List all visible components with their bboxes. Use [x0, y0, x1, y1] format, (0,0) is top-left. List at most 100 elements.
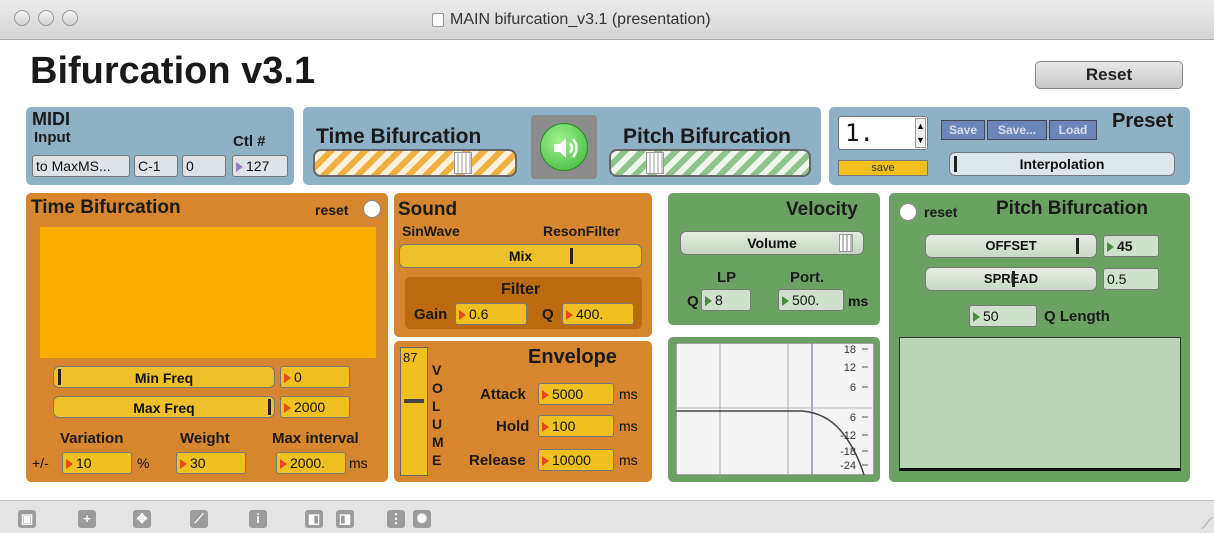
- bottom-toolbar: ▣ + ✥ ⟋ i ◧ ◨ ⋮ ✺: [0, 500, 1214, 533]
- gain-field[interactable]: 0.6: [455, 303, 527, 325]
- velocity-volume-slider[interactable]: Volume: [680, 231, 864, 255]
- offset-field[interactable]: 45: [1103, 235, 1159, 257]
- max-freq-field[interactable]: 2000: [280, 396, 350, 418]
- pitch-bifurcation-title: Pitch Bifurcation: [996, 198, 1149, 219]
- midi-device-menu[interactable]: to MaxMS...: [32, 155, 130, 177]
- pitch-bifurcation-label: Pitch Bifurcation: [623, 125, 792, 148]
- filter-tick-label: 18: [844, 344, 856, 356]
- preset-save-button[interactable]: Save: [941, 120, 985, 140]
- slider-knob[interactable]: [646, 152, 664, 174]
- midi-title: MIDI: [32, 109, 70, 129]
- pitch-display-area[interactable]: [899, 337, 1181, 471]
- time-reset-radio[interactable]: [363, 200, 381, 218]
- slider-knob[interactable]: [58, 369, 61, 385]
- hold-field[interactable]: 100: [538, 415, 614, 437]
- filter-response-graph[interactable]: 18 12 6 6 -12 -18 -24: [676, 343, 874, 475]
- window-icon[interactable]: ◧: [305, 510, 323, 528]
- resize-grip-icon[interactable]: [1190, 517, 1214, 529]
- spread-slider[interactable]: SPREAD: [925, 267, 1097, 291]
- interpolation-slider[interactable]: Interpolation: [949, 152, 1175, 176]
- velocity-title: Velocity: [786, 199, 858, 220]
- slider-knob[interactable]: [954, 156, 957, 172]
- midi-channel-field[interactable]: 0: [182, 155, 226, 177]
- filter-graph-panel: 18 12 6 6 -12 -18 -24: [668, 337, 880, 482]
- slider-knob[interactable]: [1076, 238, 1079, 254]
- min-freq-slider[interactable]: Min Freq: [53, 366, 275, 388]
- settings-icon[interactable]: ✺: [413, 510, 431, 528]
- variation-unit: %: [137, 455, 150, 471]
- lp-q-field[interactable]: 8: [701, 289, 751, 311]
- number-arrow-icon: [66, 459, 73, 470]
- spread-field[interactable]: 0.5: [1103, 268, 1159, 290]
- max-freq-slider[interactable]: Max Freq: [53, 396, 275, 418]
- slider-knob[interactable]: [1012, 271, 1015, 287]
- minimize-window-button[interactable]: [38, 10, 54, 26]
- move-icon[interactable]: ✥: [133, 510, 151, 528]
- number-arrow-icon: [566, 310, 573, 321]
- add-icon[interactable]: +: [78, 510, 96, 528]
- audio-toggle[interactable]: [531, 115, 597, 179]
- max-freq-value: 2000: [294, 399, 326, 415]
- number-arrow-icon: [280, 459, 287, 470]
- time-bifurcation-panel: Time Bifurcation reset Min Freq 0 Max Fr…: [26, 193, 388, 482]
- attack-field[interactable]: 5000: [538, 383, 614, 405]
- volume-letter: U: [432, 416, 443, 432]
- window-alt-icon[interactable]: ◨: [336, 510, 354, 528]
- release-field[interactable]: 10000: [538, 449, 614, 471]
- preset-save-as-button[interactable]: Save...: [987, 120, 1047, 140]
- interpolation-label: Interpolation: [1019, 156, 1105, 172]
- speaker-icon: [540, 123, 588, 171]
- pitch-reset-radio[interactable]: [899, 203, 917, 221]
- slider-knob[interactable]: [404, 399, 424, 403]
- speaker-glyph: [554, 138, 578, 158]
- time-bifurcation-label: Time Bifurcation: [316, 125, 482, 148]
- weight-field[interactable]: 30: [176, 452, 246, 474]
- reset-button[interactable]: Reset: [1035, 61, 1183, 89]
- volume-slider[interactable]: 87: [400, 347, 428, 476]
- graph-icon[interactable]: ⟋: [190, 510, 208, 528]
- variation-field[interactable]: 10: [62, 452, 132, 474]
- offset-slider[interactable]: OFFSET: [925, 234, 1097, 258]
- filter-q-field[interactable]: 400.: [562, 303, 634, 325]
- port-value: 500.: [792, 292, 820, 308]
- filter-q-label: Q: [542, 306, 554, 323]
- slider-knob[interactable]: [839, 234, 853, 252]
- lp-q-value: 8: [715, 292, 723, 308]
- preset-stepper[interactable]: ▲ ▼: [915, 118, 926, 148]
- document-icon: [432, 13, 444, 27]
- lock-icon[interactable]: ▣: [18, 510, 36, 528]
- close-window-button[interactable]: [14, 10, 30, 26]
- port-unit: ms: [848, 293, 869, 309]
- filter-subpanel: Filter Gain 0.6 Q 400.: [405, 277, 642, 329]
- slider-knob[interactable]: [454, 152, 472, 174]
- pitch-bifurcation-slider[interactable]: [609, 149, 811, 177]
- min-freq-field[interactable]: 0: [280, 366, 350, 388]
- preset-save-small-button[interactable]: save: [838, 160, 928, 176]
- max-interval-field[interactable]: 2000.: [276, 452, 346, 474]
- number-arrow-icon: [284, 373, 291, 384]
- info-icon[interactable]: i: [249, 510, 267, 528]
- midi-ctl-field[interactable]: 127: [232, 155, 288, 177]
- max-interval-unit: ms: [349, 455, 368, 471]
- pitch-bifurcation-panel: reset Pitch Bifurcation OFFSET 45 SPREAD…: [889, 193, 1190, 482]
- zoom-window-button[interactable]: [62, 10, 78, 26]
- time-bifurcation-slider[interactable]: [313, 149, 517, 177]
- midi-note-field[interactable]: C-1: [134, 155, 178, 177]
- filter-tick-label: -18: [840, 446, 856, 458]
- port-field[interactable]: 500.: [778, 289, 844, 311]
- grid-icon[interactable]: ⋮: [387, 510, 405, 528]
- max-interval-value: 2000.: [290, 455, 326, 471]
- mix-slider[interactable]: Mix: [399, 244, 642, 268]
- slider-knob[interactable]: [570, 248, 573, 264]
- q-length-field[interactable]: 50: [969, 305, 1037, 327]
- filter-tick-label: 6: [850, 412, 856, 424]
- time-display-area[interactable]: [40, 227, 376, 358]
- sound-title: Sound: [398, 199, 458, 220]
- number-arrow-icon: [284, 403, 291, 414]
- offset-label: OFFSET: [985, 238, 1037, 253]
- envelope-title: Envelope: [528, 346, 617, 368]
- slider-knob[interactable]: [268, 399, 271, 415]
- preset-load-button[interactable]: Load: [1049, 120, 1097, 140]
- volume-vertical-label: VOLUME: [432, 361, 446, 469]
- attack-value: 5000: [552, 386, 584, 402]
